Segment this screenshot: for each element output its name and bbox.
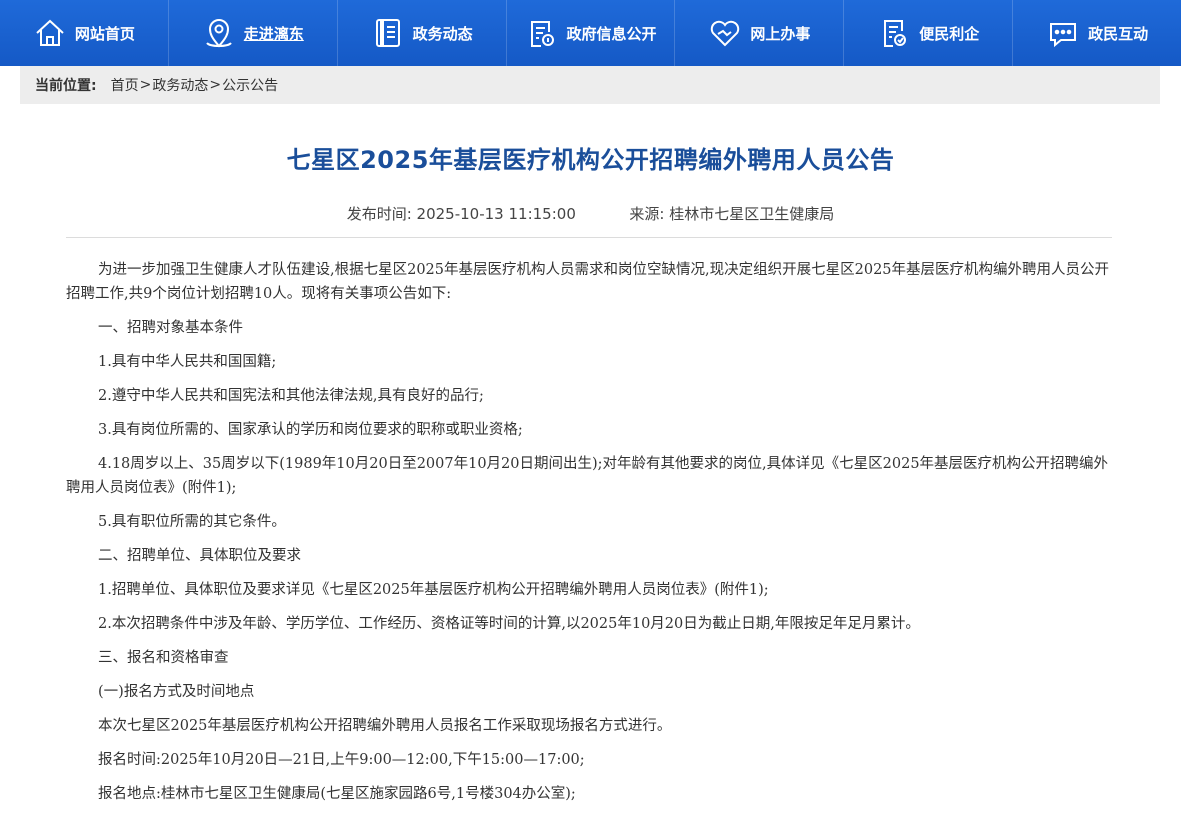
nav-item-convenience[interactable]: 便民利企: [844, 0, 1014, 66]
nav-label: 便民利企: [919, 24, 980, 43]
article-title: 七星区2025年基层医疗机构公开招聘编外聘用人员公告: [286, 146, 895, 174]
handshake-heart-icon: [708, 16, 742, 50]
nav-label: 网上办事: [750, 24, 811, 43]
nav-label: 走进漓东: [243, 24, 304, 43]
article-paragraph: 为进一步加强卫生健康人才队伍建设,根据七星区2025年基层医疗机构人员需求和岗位…: [66, 262, 1110, 302]
article-paragraph: 2.本次招聘条件中涉及年龄、学历学位、工作经历、资格证等时间的计算,以2025年…: [98, 616, 920, 632]
article-body: 为进一步加强卫生健康人才队伍建设,根据七星区2025年基层医疗机构人员需求和岗位…: [66, 258, 1112, 816]
article-paragraph: 2.遵守中华人民共和国宪法和其他法律法规,具有良好的品行;: [98, 388, 484, 404]
breadcrumb-separator: >: [209, 77, 222, 93]
article-paragraph: 4.18周岁以上、35周岁以下(1989年10月20日至2007年10月20日期…: [66, 456, 1109, 496]
publish-time: 2025-10-13 11:15:00: [416, 205, 576, 223]
nav-label: 政务动态: [412, 24, 473, 43]
nav-label: 政府信息公开: [566, 24, 657, 43]
breadcrumb-notice-link[interactable]: 公示公告: [222, 75, 278, 95]
section-heading: 一、招聘对象基本条件: [98, 320, 243, 336]
title-divider: [66, 237, 1112, 238]
nav-item-gov-info[interactable]: 政府信息公开: [507, 0, 676, 66]
article-meta: 发布时间: 2025-10-13 11:15:00 来源: 桂林市七星区卫生健康…: [0, 203, 1181, 224]
nav-label: 网站首页: [74, 24, 135, 43]
home-icon: [33, 16, 67, 50]
article-paragraph: 1.具有中华人民共和国国籍;: [98, 354, 277, 370]
nav-label: 政民互动: [1088, 24, 1149, 43]
nav-item-interaction[interactable]: 政民互动: [1013, 0, 1181, 66]
info-document-icon: [525, 16, 559, 50]
source-label: 来源:: [629, 205, 665, 223]
article-paragraph: 3.具有岗位所需的、国家承认的学历和岗位要求的职称或职业资格;: [98, 422, 523, 438]
article-paragraph: 5.具有职位所需的其它条件。: [98, 514, 286, 530]
document-icon: [371, 16, 405, 50]
breadcrumb-prefix: 当前位置:: [35, 78, 97, 94]
article-paragraph: 本次七星区2025年基层医疗机构公开招聘编外聘用人员报名工作采取现场报名方式进行…: [98, 718, 672, 734]
article-paragraph: 报名地点:桂林市七星区卫生健康局(七星区施家园路6号,1号楼304办公室);: [98, 786, 576, 802]
source-value: 桂林市七星区卫生健康局: [669, 205, 835, 223]
publish-time-label: 发布时间:: [346, 205, 412, 223]
service-document-icon: [877, 16, 911, 50]
nav-item-news[interactable]: 政务动态: [338, 0, 507, 66]
nav-item-home[interactable]: 网站首页: [0, 0, 169, 66]
subsection-heading: (一)报名方式及时间地点: [98, 684, 255, 700]
breadcrumb-news-link[interactable]: 政务动态: [152, 75, 208, 95]
breadcrumb-separator: >: [139, 77, 152, 93]
section-heading: 三、报名和资格审查: [98, 650, 229, 666]
nav-item-about[interactable]: 走进漓东: [169, 0, 338, 66]
location-pin-icon: [202, 16, 236, 50]
chat-bubble-icon: [1046, 16, 1080, 50]
top-navigation: 网站首页 走进漓东 政务动态 政府信息公开 网上办事 便民利企 政民互动: [0, 0, 1181, 66]
breadcrumb: 当前位置: 首页 > 政务动态 > 公示公告: [20, 66, 1160, 104]
article-paragraph: 1.招聘单位、具体职位及要求详见《七星区2025年基层医疗机构公开招聘编外聘用人…: [98, 582, 769, 598]
breadcrumb-home-link[interactable]: 首页: [111, 75, 139, 95]
section-heading: 二、招聘单位、具体职位及要求: [98, 548, 301, 564]
article-paragraph: 报名时间:2025年10月20日—21日,上午9:00—12:00,下午15:0…: [98, 752, 585, 768]
nav-item-online-service[interactable]: 网上办事: [675, 0, 845, 66]
